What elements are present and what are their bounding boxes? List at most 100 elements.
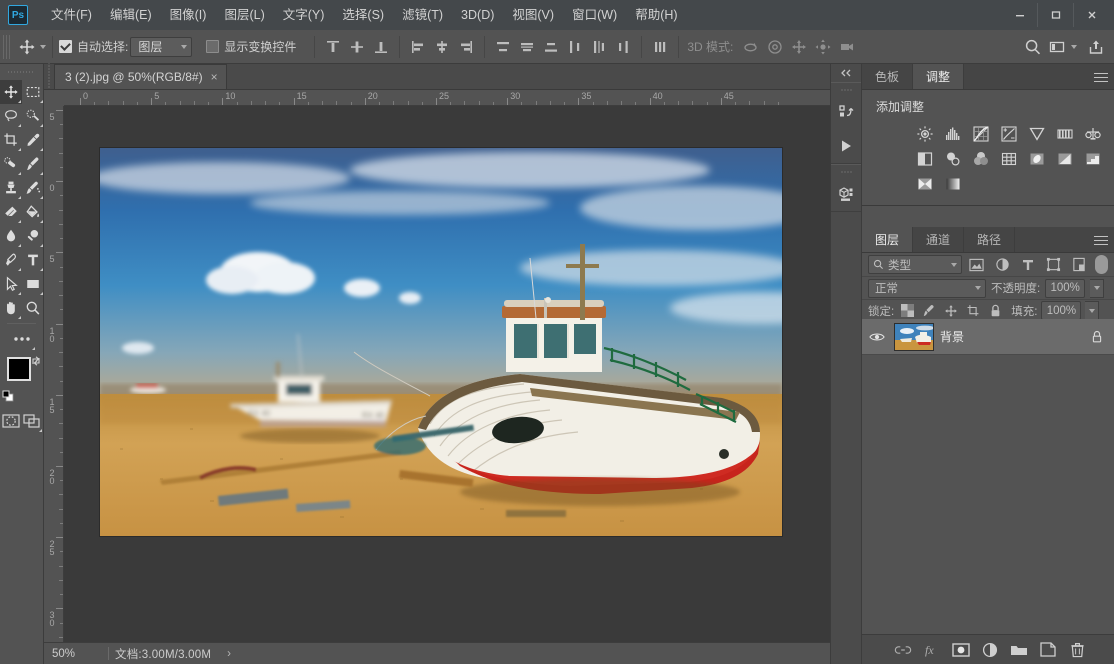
- zoom-tool[interactable]: [22, 296, 44, 320]
- exposure-icon[interactable]: [998, 123, 1020, 145]
- align-vertical-centers-icon[interactable]: [345, 35, 369, 59]
- document-tab[interactable]: 3 (2).jpg @ 50%(RGB/8#) ×: [54, 64, 227, 89]
- distribute-horizontal-centers-icon[interactable]: [587, 35, 611, 59]
- menu-image[interactable]: 图像(I): [161, 0, 216, 30]
- tab-swatches[interactable]: 色板: [862, 64, 914, 89]
- layer-list[interactable]: 背景: [862, 319, 1114, 632]
- menu-help[interactable]: 帮助(H): [626, 0, 686, 30]
- levels-icon[interactable]: [942, 123, 964, 145]
- share-icon[interactable]: [1084, 35, 1108, 59]
- color-balance-icon[interactable]: [1082, 123, 1104, 145]
- selective-color-icon[interactable]: [914, 173, 936, 195]
- history-brush-tool[interactable]: [22, 176, 44, 200]
- opacity-stepper[interactable]: [1090, 278, 1105, 298]
- tab-channels[interactable]: 通道: [913, 227, 965, 252]
- hue-saturation-icon[interactable]: [1054, 123, 1076, 145]
- options-bar-grip[interactable]: [3, 34, 10, 59]
- marquee-tool[interactable]: [22, 80, 44, 104]
- add-layer-mask-icon[interactable]: [951, 640, 971, 660]
- opacity-value-field[interactable]: 100%: [1045, 278, 1086, 298]
- blur-tool[interactable]: [0, 224, 22, 248]
- menu-view[interactable]: 视图(V): [503, 0, 563, 30]
- distribute-right-edges-icon[interactable]: [611, 35, 635, 59]
- 3d-panel-cube-icon[interactable]: [831, 177, 861, 211]
- filter-enable-toggle[interactable]: [1095, 255, 1108, 274]
- default-colors-icon[interactable]: [2, 390, 14, 402]
- crop-tool[interactable]: [0, 128, 22, 152]
- horizontal-ruler[interactable]: 0 5 10 15 20 25 30 35 40 45: [64, 90, 862, 106]
- shape-filter-icon[interactable]: [1042, 255, 1063, 274]
- layers-panel-menu-icon[interactable]: [1094, 227, 1108, 253]
- fill-stepper[interactable]: [1085, 301, 1100, 320]
- new-adjustment-layer-icon[interactable]: [980, 640, 1000, 660]
- adjustments-panel-menu-icon[interactable]: [1094, 64, 1108, 90]
- layer-filter-type-dropdown[interactable]: 类型: [868, 255, 962, 274]
- lock-artboard-icon[interactable]: [964, 302, 982, 320]
- align-bottom-edges-icon[interactable]: [369, 35, 393, 59]
- show-transform-checkbox[interactable]: 显示变换控件: [206, 38, 296, 55]
- align-right-edges-icon[interactable]: [454, 35, 478, 59]
- paint-bucket-tool[interactable]: [22, 200, 44, 224]
- screen-mode-icon[interactable]: [22, 409, 44, 433]
- color-lookup-icon[interactable]: [998, 148, 1020, 170]
- channel-mixer-icon[interactable]: [970, 148, 992, 170]
- threshold-icon[interactable]: [1082, 148, 1104, 170]
- menu-3d[interactable]: 3D(D): [452, 0, 503, 30]
- zoom-level-field[interactable]: 50%: [44, 648, 102, 660]
- quick-mask-icon[interactable]: [0, 409, 22, 433]
- distribute-top-edges-icon[interactable]: [491, 35, 515, 59]
- posterize-icon[interactable]: [1054, 148, 1076, 170]
- healing-brush-tool[interactable]: [0, 152, 22, 176]
- actions-play-icon[interactable]: [831, 129, 861, 163]
- curves-icon[interactable]: [970, 123, 992, 145]
- collapse-panels-icon[interactable]: [831, 64, 861, 82]
- auto-select-checkbox[interactable]: 自动选择:: [59, 38, 128, 55]
- tab-layers[interactable]: 图层: [862, 227, 914, 252]
- auto-select-target-dropdown[interactable]: 图层: [130, 36, 193, 57]
- type-tool[interactable]: [22, 248, 44, 272]
- smart-object-filter-icon[interactable]: [1068, 255, 1089, 274]
- blend-mode-dropdown[interactable]: 正常: [868, 278, 986, 298]
- menu-file[interactable]: 文件(F): [42, 0, 101, 30]
- vibrance-icon[interactable]: [1026, 123, 1048, 145]
- close-icon[interactable]: ×: [211, 71, 218, 83]
- menu-filter[interactable]: 滤镜(T): [393, 0, 452, 30]
- tools-panel-grip[interactable]: [8, 66, 35, 78]
- black-white-icon[interactable]: [914, 148, 936, 170]
- lock-image-pixels-icon[interactable]: [920, 302, 938, 320]
- close-button[interactable]: [1074, 3, 1110, 27]
- foreground-color-swatch[interactable]: [7, 357, 31, 381]
- lock-transparent-pixels-icon[interactable]: [898, 302, 916, 320]
- minimize-button[interactable]: [1002, 3, 1038, 27]
- type-filter-icon[interactable]: [1017, 255, 1038, 274]
- tab-paths[interactable]: 路径: [964, 227, 1016, 252]
- pixel-filter-icon[interactable]: [966, 255, 987, 274]
- distribute-vertical-centers-icon[interactable]: [515, 35, 539, 59]
- brightness-contrast-icon[interactable]: [914, 123, 936, 145]
- layer-thumbnail[interactable]: [894, 322, 934, 351]
- delete-layer-trash-icon[interactable]: [1067, 640, 1087, 660]
- move-tool[interactable]: [0, 80, 22, 104]
- table-row[interactable]: 背景: [862, 319, 1114, 355]
- menu-select[interactable]: 选择(S): [333, 0, 393, 30]
- edit-toolbar-ellipsis-icon[interactable]: [0, 327, 44, 351]
- clone-stamp-tool[interactable]: [0, 176, 22, 200]
- new-group-icon[interactable]: [1009, 640, 1029, 660]
- pen-tool[interactable]: [0, 248, 22, 272]
- show-transform-check-icon[interactable]: [206, 40, 220, 53]
- tab-adjustments[interactable]: 调整: [913, 64, 965, 89]
- fill-value-field[interactable]: 100%: [1041, 301, 1082, 320]
- layer-style-fx-icon[interactable]: fx: [922, 640, 942, 660]
- align-left-edges-icon[interactable]: [406, 35, 430, 59]
- lock-position-icon[interactable]: [942, 302, 960, 320]
- eraser-tool[interactable]: [0, 200, 22, 224]
- invert-icon[interactable]: [1026, 148, 1048, 170]
- layer-visibility-eye-icon[interactable]: [866, 331, 888, 343]
- photo-filter-icon[interactable]: [942, 148, 964, 170]
- lasso-tool[interactable]: [0, 104, 22, 128]
- quick-select-tool[interactable]: [22, 104, 44, 128]
- align-top-edges-icon[interactable]: [321, 35, 345, 59]
- hand-tool[interactable]: [0, 296, 22, 320]
- menu-layer[interactable]: 图层(L): [215, 0, 273, 30]
- align-horizontal-centers-icon[interactable]: [430, 35, 454, 59]
